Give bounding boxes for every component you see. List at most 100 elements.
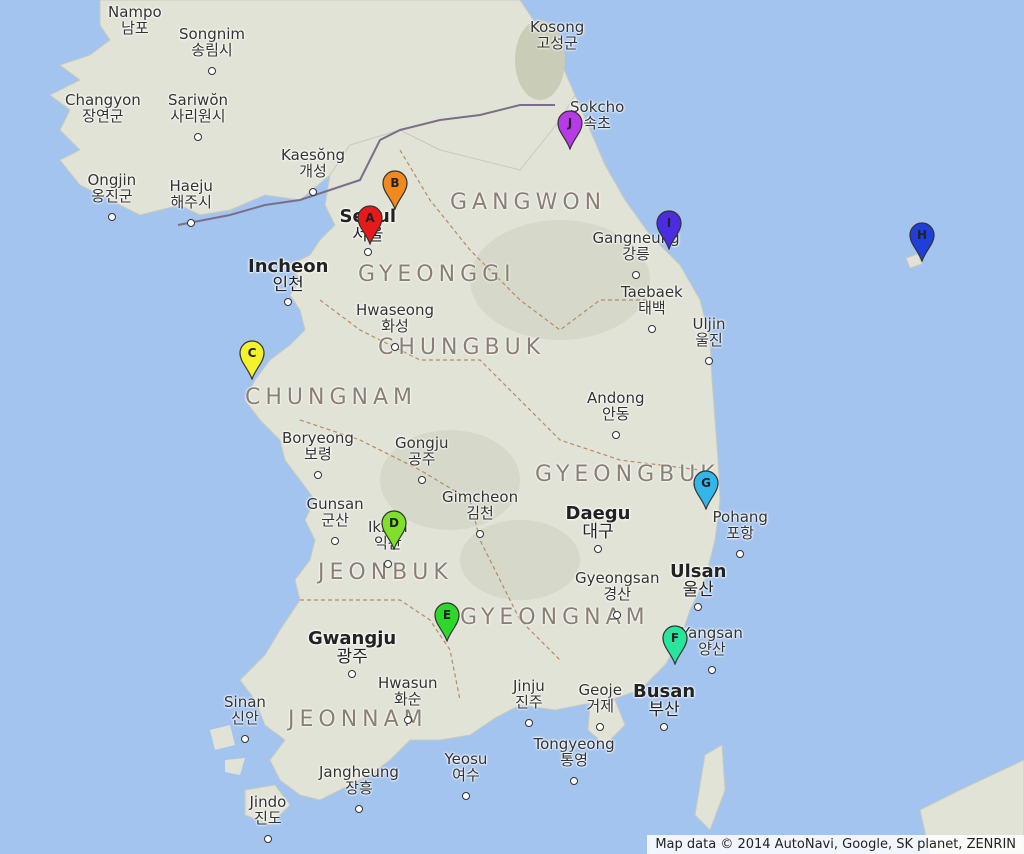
- map-marker-g[interactable]: G: [692, 470, 720, 510]
- map-marker-j[interactable]: J: [556, 110, 584, 150]
- city-name-ko: 태백: [638, 298, 666, 317]
- marker-letter: E: [442, 608, 452, 622]
- city-name-ko: 고성군: [536, 33, 578, 52]
- city-yangsan[interactable]: Yangsan 양산: [681, 625, 743, 658]
- city-dot: [108, 213, 116, 221]
- city-dot: [348, 670, 356, 678]
- city-nampo[interactable]: Nampo 남포: [108, 4, 162, 37]
- marker-letter: A: [365, 211, 375, 225]
- city-jangheung[interactable]: Jangheung 장흥: [319, 764, 399, 797]
- map-marker-a[interactable]: A: [356, 205, 384, 245]
- city-dot: [708, 666, 716, 674]
- city-pohang[interactable]: Pohang 포항: [713, 509, 768, 542]
- city-gongju[interactable]: Gongju 공주: [395, 435, 449, 468]
- city-name-ko: 신안: [231, 708, 259, 727]
- map-marker-h[interactable]: H: [908, 222, 936, 262]
- city-name-ko: 송림시: [191, 40, 233, 59]
- map-marker-b[interactable]: B: [381, 170, 409, 210]
- city-dot: [570, 777, 578, 785]
- city-boryeong[interactable]: Boryeong 보령: [282, 430, 354, 463]
- map-attribution: Map data © 2014 AutoNavi, Google, SK pla…: [647, 835, 1024, 854]
- city-dot: [384, 560, 392, 568]
- city-name-ko: 남포: [121, 18, 149, 37]
- city-dot: [632, 271, 640, 279]
- city-dot: [187, 219, 195, 227]
- city-busan[interactable]: Busan 부산: [633, 682, 695, 720]
- city-name-ko: 장연군: [82, 106, 124, 125]
- city-dot: [525, 719, 533, 727]
- city-gyeongsan[interactable]: Gyeongsan 경산: [575, 570, 659, 603]
- city-name-ko: 옹진군: [91, 186, 133, 205]
- city-dot: [284, 298, 292, 306]
- map-view[interactable]: GANGWON GYEONGGI CHUNGBUK CHUNGNAM GYEONGBUK…: [0, 0, 1024, 854]
- city-name-ko: 광주: [336, 646, 368, 667]
- marker-letter: H: [916, 228, 928, 242]
- map-marker-f[interactable]: F: [661, 625, 689, 665]
- city-name-ko: 화성: [381, 316, 409, 335]
- city-yeosu[interactable]: Yeosu 여수: [445, 751, 488, 784]
- city-sinan[interactable]: Sinan 신안: [224, 694, 266, 727]
- map-marker-c[interactable]: C: [238, 340, 266, 380]
- city-hwasun[interactable]: Hwasun 화순: [378, 675, 438, 708]
- city-dot: [648, 325, 656, 333]
- city-hwaseong[interactable]: Hwaseong 화성: [356, 302, 434, 335]
- city-dot: [612, 431, 620, 439]
- city-name-ko: 사리원시: [170, 106, 226, 125]
- city-dot: [194, 133, 202, 141]
- city-name-ko: 울진: [695, 330, 723, 349]
- city-ongjin[interactable]: Ongjin 옹진군: [88, 172, 137, 205]
- city-name-ko: 울산: [682, 579, 714, 600]
- city-name-ko: 포항: [726, 523, 755, 542]
- marker-letter: I: [666, 216, 672, 230]
- city-gwangju[interactable]: Gwangju 광주: [308, 629, 396, 667]
- city-gunsan[interactable]: Gunsan 군산: [307, 496, 364, 529]
- marker-letter: D: [389, 516, 399, 530]
- city-name-ko: 개성: [299, 161, 327, 180]
- map-basemap[interactable]: [0, 0, 1024, 854]
- city-taebaek[interactable]: Taebaek 태백: [621, 284, 683, 317]
- city-dot: [208, 67, 216, 75]
- city-changyon[interactable]: Changyon 장연군: [65, 92, 141, 125]
- city-name-ko: 장흥: [345, 778, 373, 797]
- city-dot: [705, 357, 713, 365]
- city-daegu[interactable]: Daegu 대구: [566, 504, 631, 542]
- city-name-ko: 인천: [272, 274, 304, 295]
- city-songnim[interactable]: Songnim 송림시: [179, 26, 245, 59]
- city-dot: [736, 550, 744, 558]
- city-name-ko: 진도: [254, 808, 282, 827]
- city-dot: [462, 792, 470, 800]
- city-kosong[interactable]: Kosong 고성군: [530, 19, 584, 52]
- map-marker-e[interactable]: E: [433, 602, 461, 642]
- map-marker-i[interactable]: I: [655, 210, 683, 250]
- city-dot: [660, 723, 668, 731]
- city-name-ko: 보령: [304, 444, 332, 463]
- city-incheon[interactable]: Incheon 인천: [248, 257, 328, 295]
- region-label-chungnam: CHUNGNAM: [245, 385, 417, 410]
- city-jindo[interactable]: Jindo 진도: [250, 794, 287, 827]
- city-dot: [594, 545, 602, 553]
- city-dot: [314, 471, 322, 479]
- city-jinju[interactable]: Jinju 진주: [513, 678, 545, 711]
- city-dot: [364, 248, 372, 256]
- city-dot: [331, 537, 339, 545]
- map-marker-d[interactable]: D: [380, 510, 408, 550]
- region-label-gyeongnam: GYEONGNAM: [460, 605, 650, 630]
- marker-letter: G: [701, 476, 711, 490]
- city-name-ko: 화순: [393, 689, 422, 708]
- city-andong[interactable]: Andong 안동: [587, 390, 645, 423]
- city-ulsan[interactable]: Ulsan 울산: [670, 562, 726, 600]
- city-tongyeong[interactable]: Tongyeong 통영: [534, 736, 615, 769]
- city-name-ko: 거제: [586, 696, 615, 715]
- city-name-ko: 경산: [603, 584, 632, 603]
- city-name-ko: 공주: [407, 449, 436, 468]
- city-dot: [694, 603, 702, 611]
- city-dot: [596, 723, 604, 731]
- city-geoje[interactable]: Geoje 거제: [579, 682, 622, 715]
- region-label-chungbuk: CHUNGBUK: [378, 335, 546, 360]
- city-kaesong[interactable]: Kaesŏng 개성: [281, 147, 345, 180]
- city-name-ko: 김천: [466, 503, 494, 522]
- city-gimcheon[interactable]: Gimcheon 김천: [442, 489, 518, 522]
- city-sariwon[interactable]: Sariwŏn 사리원시: [168, 92, 228, 125]
- city-haeju[interactable]: Haeju 해주시: [170, 178, 213, 211]
- city-uljin[interactable]: Uljin 울진: [693, 316, 726, 349]
